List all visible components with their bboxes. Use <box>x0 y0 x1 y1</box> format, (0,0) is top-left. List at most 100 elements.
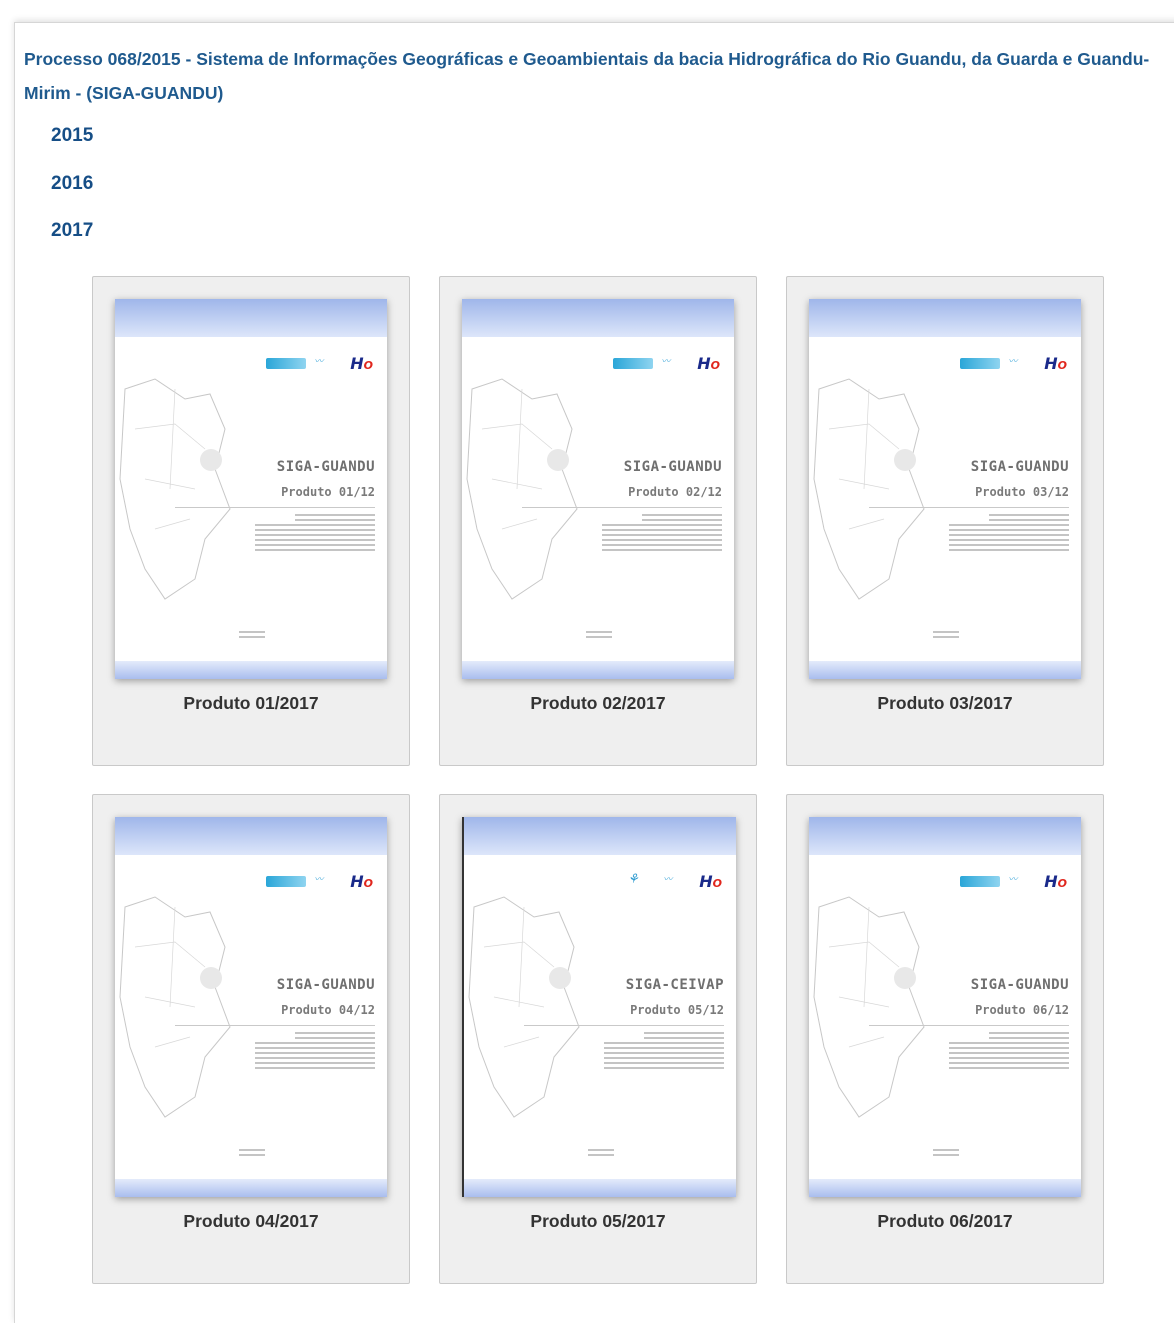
year-link-2017[interactable]: 2017 <box>51 215 93 263</box>
cover-logos: 〰 HO <box>613 351 720 375</box>
cover-divider <box>522 507 722 508</box>
h2-logo-icon: HO <box>1044 353 1067 373</box>
product-card-06[interactable]: 〰 HO SIGA-GUANDU Produto 06/12 Produto 0… <box>786 794 1104 1284</box>
agency-logo-icon <box>266 357 307 369</box>
wave-logo-icon: 〰 <box>1008 357 1018 367</box>
document-cover-thumbnail[interactable]: 〰 HO SIGA-GUANDU Produto 04/12 <box>115 817 387 1197</box>
cover-bottom-band <box>464 1179 736 1197</box>
decorative-circle <box>894 449 916 471</box>
agency-logo-icon <box>266 875 307 887</box>
brazil-map-graphic <box>813 378 925 600</box>
cover-divider <box>175 507 375 508</box>
cover-footer-text <box>933 628 959 641</box>
cover-logos: 〰 HO <box>266 869 373 893</box>
cover-divider <box>869 1025 1069 1026</box>
cover-bottom-band <box>115 1179 387 1197</box>
document-cover-thumbnail[interactable]: 〰 HO SIGA-GUANDU Produto 02/12 <box>462 299 734 679</box>
product-card-03[interactable]: 〰 HO SIGA-GUANDU Produto 03/12 Produto 0… <box>786 276 1104 766</box>
brazil-map-graphic <box>119 378 231 600</box>
cover-subtitle: Produto 06/12 <box>975 1003 1069 1017</box>
cover-footer-text <box>239 628 265 641</box>
cover-body-text <box>949 511 1069 554</box>
cover-logos: 〰 HO <box>960 869 1067 893</box>
decorative-circle <box>547 449 569 471</box>
document-cover-thumbnail[interactable]: 〰 HO SIGA-GUANDU Produto 06/12 <box>809 817 1081 1197</box>
cover-divider <box>869 507 1069 508</box>
page-title: Processo 068/2015 - Sistema de Informaçõ… <box>24 42 1174 110</box>
cover-body-text <box>604 1029 724 1072</box>
h2-logo-icon: HO <box>350 871 373 891</box>
cover-top-band <box>464 817 736 855</box>
cover-divider <box>175 1025 375 1026</box>
document-cover-thumbnail[interactable]: 〰 HO SIGA-GUANDU Produto 01/12 <box>115 299 387 679</box>
product-caption[interactable]: Produto 01/2017 <box>93 691 409 715</box>
agency-logo-icon <box>960 875 1001 887</box>
agency-logo-icon <box>960 357 1001 369</box>
cover-title: SIGA-GUANDU <box>276 977 375 993</box>
product-caption[interactable]: Produto 06/2017 <box>787 1209 1103 1233</box>
product-caption[interactable]: Produto 02/2017 <box>440 691 756 715</box>
ceivap-logo-icon: ⚘ <box>627 872 639 887</box>
agency-logo-icon <box>613 357 654 369</box>
cover-top-band <box>809 817 1081 855</box>
wave-logo-icon: 〰 <box>1008 875 1018 885</box>
brazil-map-graphic <box>468 896 580 1118</box>
year-link-2016[interactable]: 2016 <box>51 168 93 216</box>
cover-footer-text <box>933 1146 959 1159</box>
year-list: 2015 2016 2017 <box>51 120 93 263</box>
document-cover-thumbnail[interactable]: 〰 HO SIGA-GUANDU Produto 03/12 <box>809 299 1081 679</box>
cover-title: SIGA-GUANDU <box>276 459 375 475</box>
cover-body-text <box>602 511 722 554</box>
cover-footer-text <box>588 1146 614 1159</box>
h2-logo-icon: HO <box>697 353 720 373</box>
brazil-map-graphic <box>466 378 578 600</box>
cover-logos: 〰 HO <box>960 351 1067 375</box>
cover-top-band <box>115 299 387 337</box>
product-card-05[interactable]: ⚘ 〰 HO SIGA-CEIVAP Produto 05/12 Produto… <box>439 794 757 1284</box>
decorative-circle <box>549 967 571 989</box>
cover-footer-text <box>586 628 612 641</box>
document-cover-thumbnail[interactable]: ⚘ 〰 HO SIGA-CEIVAP Produto 05/12 <box>462 817 736 1197</box>
h2-logo-icon: HO <box>1044 871 1067 891</box>
product-card-02[interactable]: 〰 HO SIGA-GUANDU Produto 02/12 Produto 0… <box>439 276 757 766</box>
cover-title: SIGA-GUANDU <box>623 459 722 475</box>
cover-subtitle: Produto 05/12 <box>630 1003 724 1017</box>
cover-subtitle: Produto 02/12 <box>628 485 722 499</box>
brazil-map-graphic <box>813 896 925 1118</box>
cover-bottom-band <box>462 661 734 679</box>
cover-logos: ⚘ 〰 HO <box>627 869 722 893</box>
decorative-circle <box>894 967 916 989</box>
wave-logo-icon: 〰 <box>663 875 673 885</box>
cover-body-text <box>255 1029 375 1072</box>
cover-top-band <box>809 299 1081 337</box>
decorative-circle <box>200 449 222 471</box>
cover-logos: 〰 HO <box>266 351 373 375</box>
product-caption[interactable]: Produto 05/2017 <box>440 1209 756 1233</box>
year-link-2015[interactable]: 2015 <box>51 120 93 168</box>
cover-bottom-band <box>115 661 387 679</box>
product-card-01[interactable]: 〰 HO SIGA-GUANDU Produto 01/12 Produto 0… <box>92 276 410 766</box>
h2-logo-icon: HO <box>350 353 373 373</box>
cover-bottom-band <box>809 661 1081 679</box>
cover-body-text <box>255 511 375 554</box>
cover-subtitle: Produto 04/12 <box>281 1003 375 1017</box>
product-card-04[interactable]: 〰 HO SIGA-GUANDU Produto 04/12 Produto 0… <box>92 794 410 1284</box>
wave-logo-icon: 〰 <box>661 357 671 367</box>
cover-title: SIGA-GUANDU <box>970 977 1069 993</box>
cover-footer-text <box>239 1146 265 1159</box>
page-title-text: Processo 068/2015 - Sistema de Informaçõ… <box>24 49 1150 103</box>
cover-top-band <box>115 817 387 855</box>
product-caption[interactable]: Produto 04/2017 <box>93 1209 409 1233</box>
cover-subtitle: Produto 03/12 <box>975 485 1069 499</box>
cover-title: SIGA-CEIVAP <box>625 977 724 993</box>
cover-top-band <box>462 299 734 337</box>
h2-logo-icon: HO <box>699 871 722 891</box>
cover-body-text <box>949 1029 1069 1072</box>
brazil-map-graphic <box>119 896 231 1118</box>
product-caption[interactable]: Produto 03/2017 <box>787 691 1103 715</box>
wave-logo-icon: 〰 <box>314 875 324 885</box>
cover-divider <box>524 1025 724 1026</box>
decorative-circle <box>200 967 222 989</box>
cover-title: SIGA-GUANDU <box>970 459 1069 475</box>
cover-bottom-band <box>809 1179 1081 1197</box>
